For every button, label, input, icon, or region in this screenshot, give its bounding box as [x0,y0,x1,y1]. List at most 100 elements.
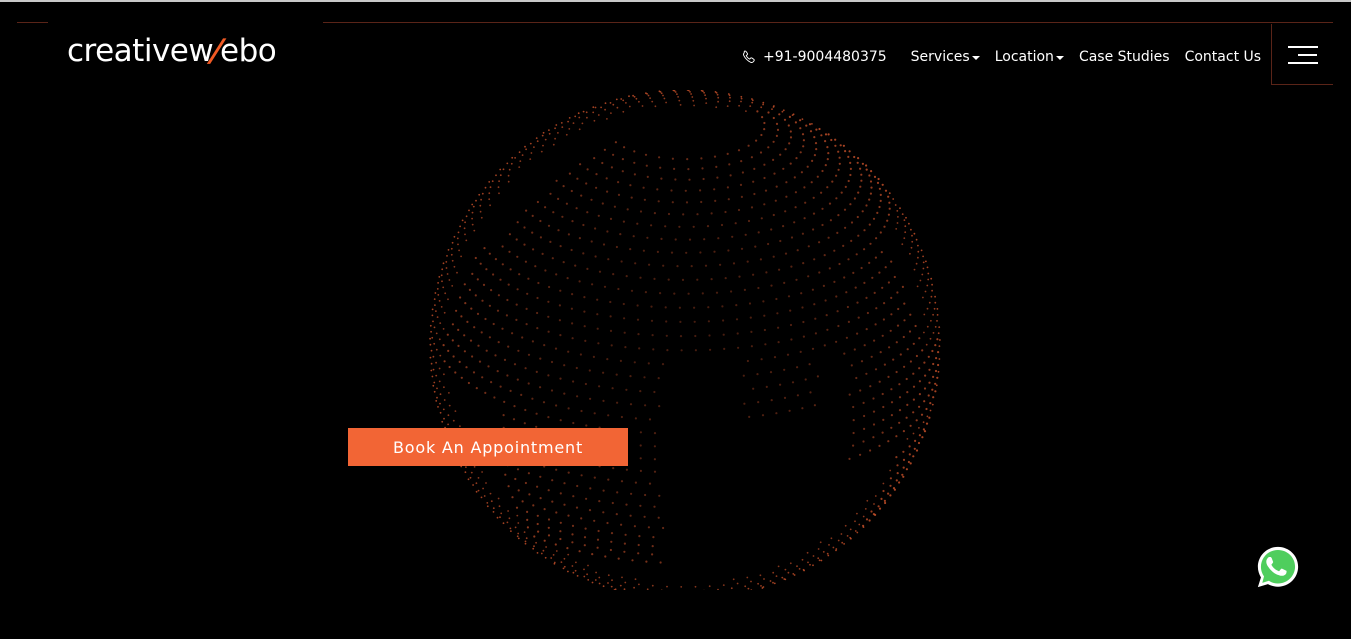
globe-dot [653,432,657,435]
globe-dot [918,405,921,408]
globe-dot [912,411,915,414]
globe-dot [748,415,751,418]
globe-dot [884,266,887,269]
globe-dot [448,404,451,407]
globe-dot [927,394,930,397]
globe-dot [554,543,557,546]
globe-dot [568,172,571,175]
globe-dot [763,176,766,180]
globe-dot [772,571,775,574]
globe-dot [483,495,486,497]
globe-dot [624,346,627,349]
globe-dot [849,173,852,177]
globe-dot [863,281,866,284]
globe-dot [444,292,447,295]
globe-dot [591,553,594,556]
globe-dot [666,585,668,588]
globe-dot [835,340,838,343]
globe-dot [914,439,917,442]
globe-dot [749,316,752,319]
globe-dot [580,409,583,413]
book-appointment-button[interactable]: Book An Appointment [348,428,628,466]
phone-link[interactable]: +91-9004480375 [741,49,887,65]
globe-dot [471,211,474,214]
globe-dot [796,249,799,252]
globe-dot [908,445,911,448]
globe-dot [744,233,747,236]
globe-dot [498,505,501,508]
nav-item-location[interactable]: Location [995,49,1064,65]
globe-dot [890,401,894,404]
nav-item-contact-us[interactable]: Contact Us [1185,49,1261,65]
globe-dot [651,545,654,548]
globe-dot [468,209,470,212]
globe-dot [783,396,787,399]
hamburger-menu-button[interactable] [1271,24,1333,85]
globe-dot [502,168,505,171]
globe-dot [812,564,814,567]
globe-dot [536,522,539,526]
globe-dot [517,522,520,524]
globe-dot [465,366,468,369]
globe-dot [873,291,876,294]
globe-dot [486,502,489,504]
globe-dot [623,550,626,553]
globe-dot [779,153,782,156]
globe-dot [490,381,493,384]
globe-dot [644,404,647,407]
globe-dot [559,334,562,337]
main-nav: +91-9004480375 Services Location Case St… [741,46,1276,68]
brand-logo[interactable]: creativew/ebo [67,33,277,69]
globe-dot [835,174,838,177]
globe-dot [547,518,551,521]
globe-dot [464,221,466,224]
globe-dot [726,152,729,155]
globe-dot [830,537,833,540]
globe-dot [932,396,935,399]
globe-dot [469,339,473,342]
whatsapp-button[interactable] [1255,544,1301,590]
globe-dot [765,271,768,274]
globe-dot [438,276,441,278]
globe-dot [817,557,820,560]
globe-dot [773,582,776,585]
globe-dot [907,460,910,464]
globe-dot [657,377,660,380]
globe-dot [920,249,923,252]
globe-dot [571,565,574,567]
globe-dot [716,93,719,96]
globe-dot [432,384,435,387]
globe-dot [527,472,530,475]
globe-dot [853,348,856,351]
globe-dot [802,335,805,338]
globe-dot [603,285,607,288]
globe-dot [909,462,912,465]
globe-dot [639,210,643,213]
globe-dot [603,148,606,151]
globe-dot [772,106,775,108]
globe-dot [520,393,523,396]
globe-dot [562,185,565,188]
globe-dot [853,197,856,200]
globe-dot [593,119,596,122]
globe-dot [507,180,510,183]
globe-dot [925,260,927,263]
nav-item-case-studies[interactable]: Case Studies [1079,49,1170,65]
globe-dot [865,372,868,375]
globe-dot [602,399,605,402]
globe-dot [732,262,736,265]
globe-dot [913,268,916,271]
nav-item-services[interactable]: Services [911,49,980,65]
globe-dot [510,162,513,165]
globe-dot [874,256,877,259]
globe-dot [454,410,457,412]
globe-dot [502,522,505,525]
globe-dot [430,369,433,372]
globe-dot [929,337,932,340]
globe-dot [636,318,640,321]
globe-dot [606,230,609,233]
globe-dot [430,362,433,365]
globe-dot [852,431,855,435]
globe-dot [784,148,787,151]
globe-dot [790,236,794,239]
